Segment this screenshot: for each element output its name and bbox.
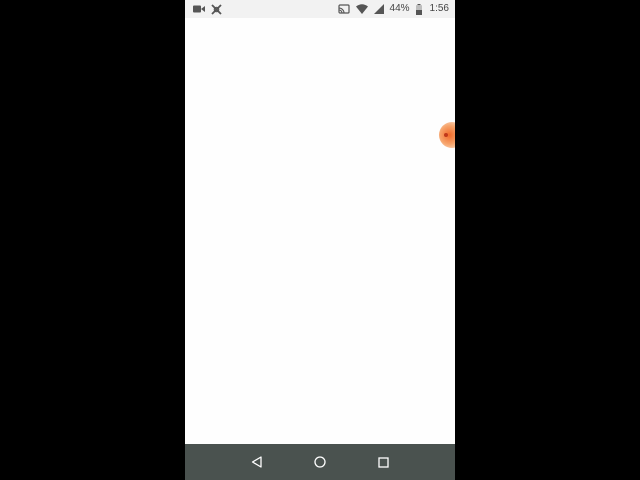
status-bar-left [193,3,222,15]
notification-app-icon [211,3,222,15]
wifi-icon [355,4,368,14]
home-icon [314,456,326,468]
recents-icon [378,456,389,468]
app-content [185,18,455,444]
battery-percent: 44% [389,3,410,14]
edge-handle-dot [444,133,448,137]
battery-icon [415,3,422,15]
status-bar: 44% 1:56 [185,0,455,18]
cellular-signal-icon [373,4,384,14]
home-button[interactable] [305,447,335,477]
back-button[interactable] [242,447,272,477]
edge-handle[interactable] [439,122,455,148]
cast-icon [337,4,350,14]
clock: 1:56 [429,3,449,14]
video-camera-icon [193,4,205,14]
phone-screen: 44% 1:56 [185,0,455,480]
back-icon [251,456,263,468]
navigation-bar [185,444,455,480]
recents-button[interactable] [368,447,398,477]
status-bar-right: 44% 1:56 [337,3,449,15]
